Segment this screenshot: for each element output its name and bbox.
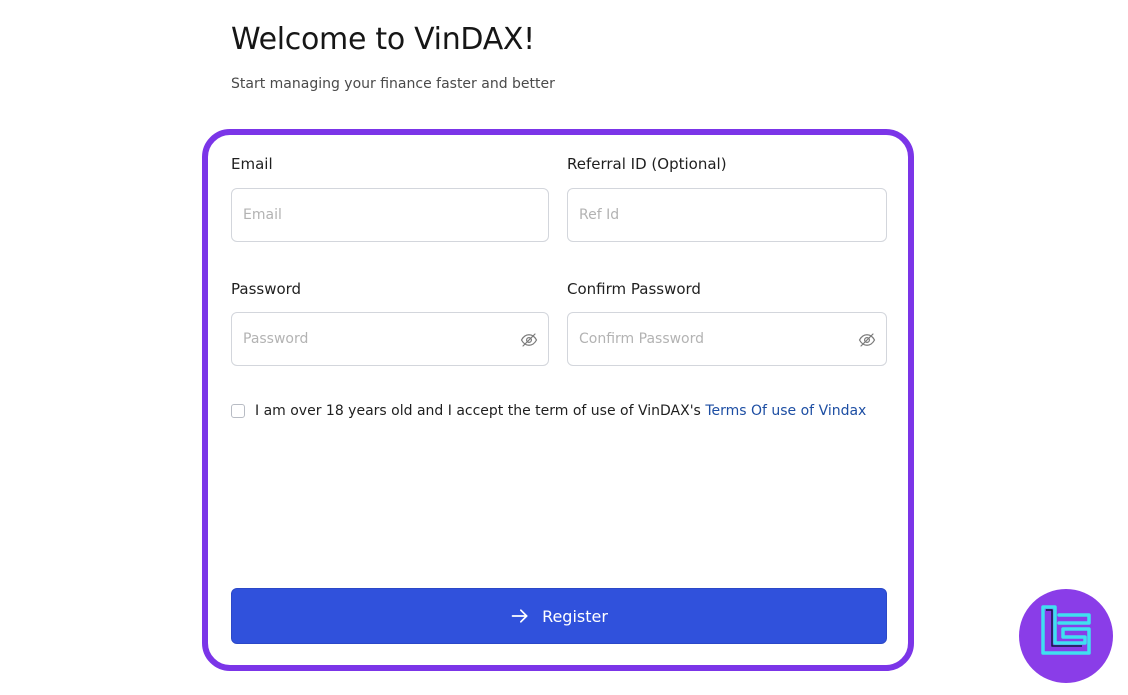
register-button[interactable]: Register xyxy=(231,588,887,644)
password-field[interactable] xyxy=(243,313,513,365)
terms-statement: I am over 18 years old and I accept the … xyxy=(255,403,866,419)
eye-slash-icon[interactable] xyxy=(858,331,876,349)
email-field[interactable] xyxy=(243,189,513,241)
terms-checkbox[interactable] xyxy=(231,404,245,418)
brand-mark-icon xyxy=(1041,605,1091,655)
register-label: Register xyxy=(542,606,608,626)
referral-label: Referral ID (Optional) xyxy=(567,155,727,173)
terms-of-use-link[interactable]: Terms Of use of Vindax xyxy=(705,403,866,419)
page-title: Welcome to VinDAX! xyxy=(231,22,535,57)
page-subtitle: Start managing your finance faster and b… xyxy=(231,76,555,92)
password-label: Password xyxy=(231,280,302,298)
register-page: Welcome to VinDAX! Start managing your f… xyxy=(0,0,1128,695)
arrow-right-icon xyxy=(511,609,528,623)
referral-field-container xyxy=(567,188,887,242)
referral-id-field[interactable] xyxy=(579,189,849,241)
eye-slash-icon[interactable] xyxy=(520,331,538,349)
confirm-password-label: Confirm Password xyxy=(567,280,701,298)
password-field-container xyxy=(231,312,549,366)
terms-text: I am over 18 years old and I accept the … xyxy=(255,403,706,419)
brand-logo-icon xyxy=(1019,589,1113,683)
email-field-container xyxy=(231,188,549,242)
confirm-password-field[interactable] xyxy=(579,313,849,365)
email-label: Email xyxy=(231,155,273,173)
confirm-password-field-container xyxy=(567,312,887,366)
